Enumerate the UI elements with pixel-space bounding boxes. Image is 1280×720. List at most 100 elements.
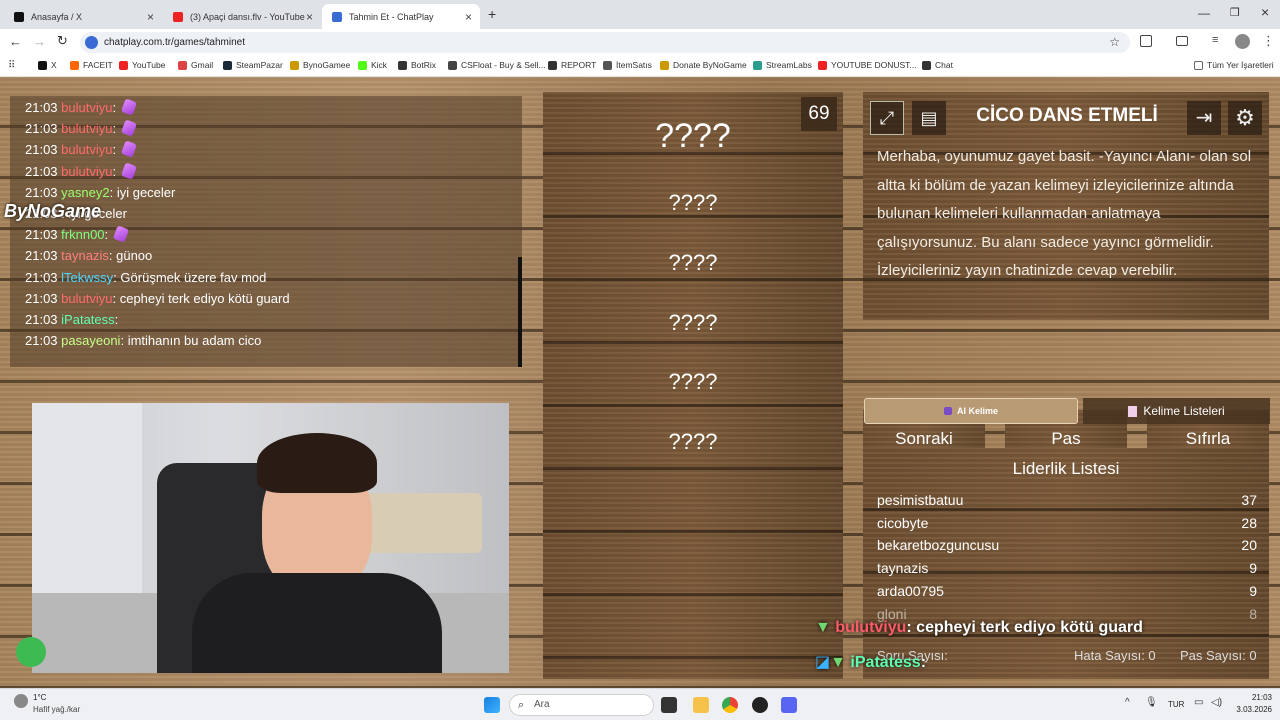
media-icon[interactable]: ≡ <box>1212 34 1218 46</box>
chat-username[interactable]: iPatatess <box>61 312 114 327</box>
ai-word-button[interactable]: AI Kelime <box>864 398 1078 424</box>
notes-icon[interactable]: ▤ <box>912 101 946 135</box>
cast-icon[interactable] <box>1176 36 1188 46</box>
hidden-word: ???? <box>668 429 718 454</box>
site-info-icon[interactable] <box>85 36 98 49</box>
task-view-icon[interactable] <box>661 697 677 713</box>
search-icon: ⌕ <box>518 699 525 711</box>
chat-message: 21:03 yasney2: iyi geceler <box>25 184 176 200</box>
close-tab-icon[interactable]: × <box>465 10 472 24</box>
bookmark-item[interactable]: Chat <box>922 60 953 70</box>
chat-username[interactable]: bulutviyu <box>61 164 112 179</box>
overlay-username: bulutviyu <box>835 619 907 636</box>
close-tab-icon[interactable]: × <box>306 10 313 24</box>
word-lists-button[interactable]: Kelime Listeleri <box>1083 398 1270 424</box>
bookmark-item[interactable]: CSFloat - Buy & Sell... <box>448 60 546 70</box>
bookmark-label: REPORT <box>561 60 597 70</box>
chrome-icon[interactable] <box>722 697 738 713</box>
extensions-icon[interactable] <box>1140 35 1152 47</box>
chat-username[interactable]: bulutviyu <box>61 142 112 157</box>
all-bookmarks[interactable]: Tüm Yer İşaretleri <box>1194 60 1274 70</box>
tab-title: Anasayfa / X <box>31 11 83 22</box>
reload-icon[interactable]: ↻ <box>57 33 68 49</box>
csfloat-icon <box>448 60 457 70</box>
overlay-chat-line: ◪▼ iPatatess: <box>815 652 926 672</box>
tab-youtube[interactable]: (3) Apaçi dansı.flv - YouTube × <box>163 4 321 29</box>
error-count: Hata Sayısı: 0 <box>1074 648 1156 663</box>
chat-message: 21:03 frknn00: <box>25 225 129 243</box>
chat-scrollbar[interactable] <box>518 257 522 367</box>
list-icon <box>1128 405 1138 417</box>
language-indicator[interactable]: TUR <box>1168 700 1184 709</box>
itemsatis-icon <box>603 60 612 70</box>
chat-text: günoo <box>116 248 153 264</box>
bookmark-item[interactable]: YOUTUBE DONUST... <box>818 60 916 70</box>
tab-title: (3) Apaçi dansı.flv - YouTube <box>190 11 305 22</box>
file-explorer-icon[interactable] <box>693 697 709 713</box>
chat-username[interactable]: pasayeoni <box>61 333 120 348</box>
profile-avatar[interactable] <box>1235 34 1250 49</box>
tab-chatplay[interactable]: Tahmin Et - ChatPlay × <box>322 4 480 29</box>
chat-message: 21:03 bulutviyu: <box>25 119 137 137</box>
overlay-message: : <box>920 654 927 671</box>
weather-icon[interactable] <box>14 694 28 708</box>
chat-username[interactable]: lTekwssy <box>61 270 113 285</box>
leaderboard-name: arda00795 <box>877 582 944 599</box>
bookmark-item[interactable]: Gmail <box>178 60 213 70</box>
bookmark-item[interactable]: İtemSatıs <box>603 60 652 70</box>
volume-icon[interactable]: ◁) <box>1211 697 1222 708</box>
forward-icon[interactable]: → <box>33 34 46 49</box>
discord-icon[interactable] <box>781 697 797 713</box>
apps-grid-icon[interactable]: ⠿ <box>8 60 15 71</box>
close-tab-icon[interactable]: × <box>147 10 154 24</box>
bed <box>362 493 482 553</box>
clock-time[interactable]: 21:03 <box>1228 693 1272 702</box>
windows-start-icon[interactable] <box>484 697 500 713</box>
tray-chevron-icon[interactable]: ^ <box>1125 697 1130 708</box>
chat-username[interactable]: yasney2 <box>61 185 109 200</box>
bookmark-item[interactable]: BotRix <box>398 60 436 70</box>
game-title: CİCO DANS ETMELİ <box>976 105 1158 126</box>
bookmark-item[interactable]: StreamLabs <box>753 60 812 70</box>
chat-time: 21:03 <box>25 163 58 179</box>
fullscreen-icon[interactable]: ⤢ <box>870 101 904 135</box>
bookmark-item[interactable]: Kick <box>358 60 387 70</box>
bookmark-item[interactable]: X <box>38 60 57 70</box>
back-icon[interactable]: ← <box>9 34 22 49</box>
chat-username[interactable]: taynazis <box>61 248 109 263</box>
bookmark-item[interactable]: REPORT <box>548 60 596 70</box>
bookmark-item[interactable]: BynoGamee <box>290 60 350 70</box>
leaderboard-row: cicobyte 28 <box>877 515 1257 531</box>
mic-icon[interactable]: 🎙 <box>1145 697 1158 708</box>
bookmark-label: Donate ByNoGame <box>673 60 747 70</box>
bookmark-item[interactable]: Donate ByNoGame <box>660 60 747 70</box>
settings-gear-icon[interactable]: ⚙ <box>1228 101 1262 135</box>
minimize-icon[interactable]: — <box>1198 6 1210 20</box>
new-tab-button[interactable]: + <box>488 6 496 22</box>
restore-icon[interactable]: ❐ <box>1230 6 1240 19</box>
chat-username[interactable]: frknn00 <box>61 227 104 242</box>
clock-date[interactable]: 3.03.2026 <box>1228 705 1272 714</box>
chat-username[interactable]: bulutviyu <box>61 121 112 136</box>
bookmark-item[interactable]: FACEIT <box>70 60 113 70</box>
toolbar: ← → ↻ chatplay.com.tr/games/tahminet ☆ ≡… <box>0 29 1280 56</box>
obs-icon[interactable] <box>752 697 768 713</box>
chat-username[interactable]: bulutviyu <box>61 100 112 115</box>
tab-x[interactable]: Anasayfa / X × <box>4 4 162 29</box>
network-icon[interactable]: ▭ <box>1194 697 1203 708</box>
bookmark-star-icon[interactable]: ☆ <box>1109 32 1120 53</box>
chat-message: 21:03 bulutviyu: <box>25 161 137 180</box>
bookmark-label: SteamPazar <box>236 60 283 70</box>
hidden-word: ???? <box>668 310 718 335</box>
menu-icon[interactable]: ⋮ <box>1262 33 1275 49</box>
address-bar[interactable]: chatplay.com.tr/games/tahminet ☆ <box>80 32 1130 53</box>
exit-icon[interactable]: ⇥ <box>1187 101 1221 135</box>
taskbar-search[interactable]: ⌕ Ara <box>509 694 654 716</box>
bookmark-item[interactable]: SteamPazar <box>223 60 283 70</box>
bookmark-item[interactable]: YouTube <box>119 60 165 70</box>
chat-message: 21:03 iPatatess: <box>25 312 119 327</box>
chat-username[interactable]: bulutviyu <box>61 291 112 306</box>
leaderboard-score: 37 <box>1241 492 1257 508</box>
close-window-icon[interactable]: × <box>1261 4 1269 20</box>
emote-icon <box>120 161 137 180</box>
